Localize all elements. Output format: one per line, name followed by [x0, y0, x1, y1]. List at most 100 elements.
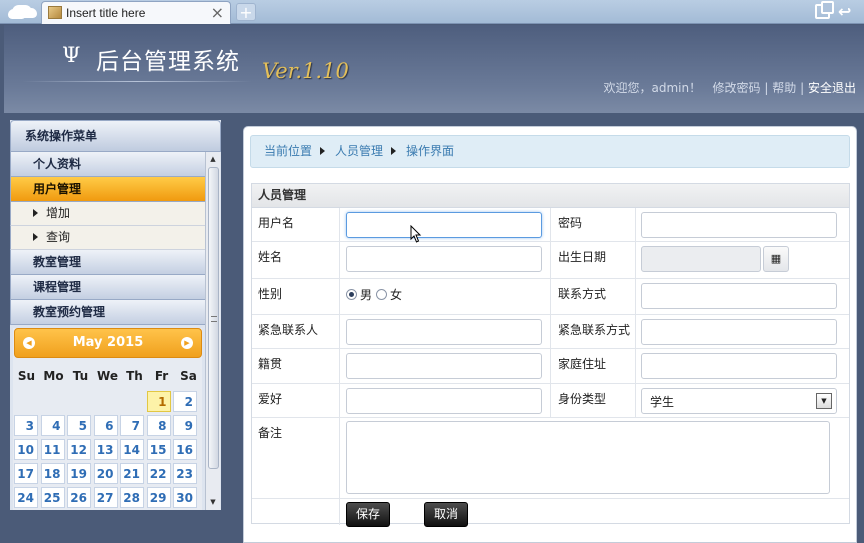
- calendar-day[interactable]: 13: [93, 439, 118, 460]
- cancel-button[interactable]: 取消: [424, 502, 469, 527]
- calendar-day[interactable]: 28: [120, 487, 144, 508]
- sidebar-item-user-management[interactable]: 用户管理: [10, 177, 205, 202]
- identity-select[interactable]: 学生 ▼: [641, 388, 837, 414]
- sidebar-scrollbar[interactable]: ▲ ▼: [205, 152, 220, 510]
- cell-divider: [339, 208, 340, 241]
- form-row: 姓名 出生日期 ▦: [252, 242, 849, 279]
- birthday-input[interactable]: [641, 246, 761, 272]
- save-button[interactable]: 保存: [346, 502, 391, 527]
- calendar-day[interactable]: 19: [67, 463, 91, 484]
- calendar-day[interactable]: 30: [173, 487, 197, 508]
- calendar-day[interactable]: 12: [67, 439, 91, 460]
- chevron-down-icon[interactable]: ▼: [816, 393, 832, 409]
- gender-female-radio[interactable]: 女: [376, 286, 402, 303]
- form-row: 用户名 密码: [252, 208, 849, 242]
- cell-divider: [550, 349, 551, 383]
- person-form: 人员管理 用户名 密码 姓名 出生日期 ▦ 性别 男 女 联系方式 紧急联系人 …: [251, 183, 850, 527]
- calendar-day[interactable]: 10: [14, 439, 38, 460]
- logout-link[interactable]: 安全退出: [808, 81, 856, 95]
- calendar-day[interactable]: 25: [40, 487, 65, 508]
- calendar-day[interactable]: 29: [146, 487, 171, 508]
- grip-icon: [211, 316, 217, 322]
- weekday-label: Mo: [43, 369, 64, 383]
- calendar-day[interactable]: 5: [67, 415, 91, 436]
- breadcrumb-item[interactable]: 当前位置: [264, 144, 312, 158]
- calendar-day[interactable]: 27: [93, 487, 118, 508]
- hobby-input[interactable]: [346, 388, 542, 414]
- calendar-day[interactable]: 9: [173, 415, 197, 436]
- weekday-label: Fr: [154, 369, 169, 383]
- calendar-day[interactable]: 8: [146, 415, 171, 436]
- calendar-day[interactable]: 7: [120, 415, 144, 436]
- cell-divider: [635, 315, 636, 348]
- sidebar-item-classroom[interactable]: 教室管理: [10, 250, 205, 275]
- cloud-icon[interactable]: [12, 5, 32, 17]
- calendar-day[interactable]: 21: [120, 463, 144, 484]
- calendar-day[interactable]: 22: [146, 463, 171, 484]
- calendar-day[interactable]: 3: [14, 415, 38, 436]
- calendar-day[interactable]: 6: [93, 415, 118, 436]
- help-link[interactable]: 帮助: [772, 81, 796, 95]
- calendar-icon[interactable]: ▦: [763, 246, 789, 272]
- user-bar: 欢迎您，admin！ 修改密码 | 帮助 | 安全退出: [603, 79, 856, 96]
- calendar-day[interactable]: 17: [14, 463, 38, 484]
- tab-close-icon[interactable]: ×: [211, 3, 224, 23]
- calendar-day[interactable]: 24: [14, 487, 38, 508]
- calendar-day[interactable]: 26: [67, 487, 91, 508]
- scroll-up-icon[interactable]: ▲: [206, 153, 220, 166]
- new-tab-button[interactable]: +: [236, 3, 256, 21]
- calendar-day[interactable]: 18: [40, 463, 65, 484]
- weekday-row: Su Mo Tu We Th Fr Sa: [13, 369, 202, 387]
- sidebar-subitem-add[interactable]: 增加: [10, 202, 205, 226]
- emergency-contact-input[interactable]: [346, 319, 542, 345]
- gender-female-label: 女: [390, 288, 403, 302]
- sidebar-footer: [4, 510, 243, 543]
- address-input[interactable]: [641, 353, 837, 379]
- sidebar-item-course[interactable]: 课程管理: [10, 275, 205, 300]
- emergency-phone-input[interactable]: [641, 319, 837, 345]
- sidebar-subitem-query[interactable]: 查询: [10, 226, 205, 250]
- sidebar-item-profile[interactable]: 个人资料: [10, 152, 205, 177]
- cell-divider: [339, 242, 340, 278]
- weekday-label: Th: [126, 369, 143, 383]
- password-input[interactable]: [641, 212, 837, 238]
- windows-icon[interactable]: [815, 1, 834, 19]
- native-place-input[interactable]: [346, 353, 542, 379]
- scroll-down-icon[interactable]: ▼: [206, 496, 220, 509]
- browser-tab[interactable]: Insert title here ×: [41, 1, 231, 24]
- change-password-link[interactable]: 修改密码: [713, 81, 761, 95]
- calendar-day[interactable]: 14: [120, 439, 144, 460]
- calendar-day[interactable]: 15: [146, 439, 171, 460]
- calendar-day[interactable]: 20: [93, 463, 118, 484]
- scroll-thumb[interactable]: [208, 167, 219, 469]
- gender-male-label: 男: [360, 288, 373, 302]
- calendar-day[interactable]: 2: [173, 391, 197, 412]
- site-header: Ψ 后台管理系统 Ver.1.10 欢迎您，admin！ 修改密码 | 帮助 |…: [4, 25, 864, 113]
- breadcrumb-item[interactable]: 操作界面: [406, 144, 454, 158]
- gender-male-radio[interactable]: 男: [346, 286, 372, 303]
- weekday-label: We: [97, 369, 118, 383]
- sidebar-item-reservation[interactable]: 教室预约管理: [10, 300, 205, 325]
- breadcrumb-item[interactable]: 人员管理: [335, 144, 383, 158]
- cell-divider: [339, 279, 340, 314]
- cell-divider: [550, 315, 551, 348]
- sidebar-subitem-label: 增加: [46, 206, 71, 220]
- page-favicon-icon: [48, 6, 62, 19]
- calendar-day[interactable]: 16: [173, 439, 197, 460]
- tab-title: Insert title here: [66, 6, 146, 20]
- identity-label: 身份类型: [558, 392, 607, 406]
- calendar-day[interactable]: 1: [146, 391, 171, 412]
- form-row: 籍贯 家庭住址: [252, 349, 849, 384]
- sidebar: 系统操作菜单 个人资料 用户管理 增加 查询 教室管理 课程管理 教室预约管理 …: [10, 120, 221, 510]
- remark-textarea[interactable]: [346, 421, 830, 494]
- name-input[interactable]: [346, 246, 542, 272]
- browser-toolbar: Insert title here × + ↩: [0, 0, 864, 24]
- contact-input[interactable]: [641, 283, 837, 309]
- back-icon[interactable]: ↩: [838, 2, 851, 21]
- calendar-day[interactable]: 4: [40, 415, 65, 436]
- username-input[interactable]: [346, 212, 542, 238]
- calendar-day[interactable]: 11: [40, 439, 65, 460]
- separator: |: [764, 81, 769, 95]
- calendar-day[interactable]: 23: [173, 463, 197, 484]
- next-month-icon[interactable]: ▶: [181, 337, 193, 349]
